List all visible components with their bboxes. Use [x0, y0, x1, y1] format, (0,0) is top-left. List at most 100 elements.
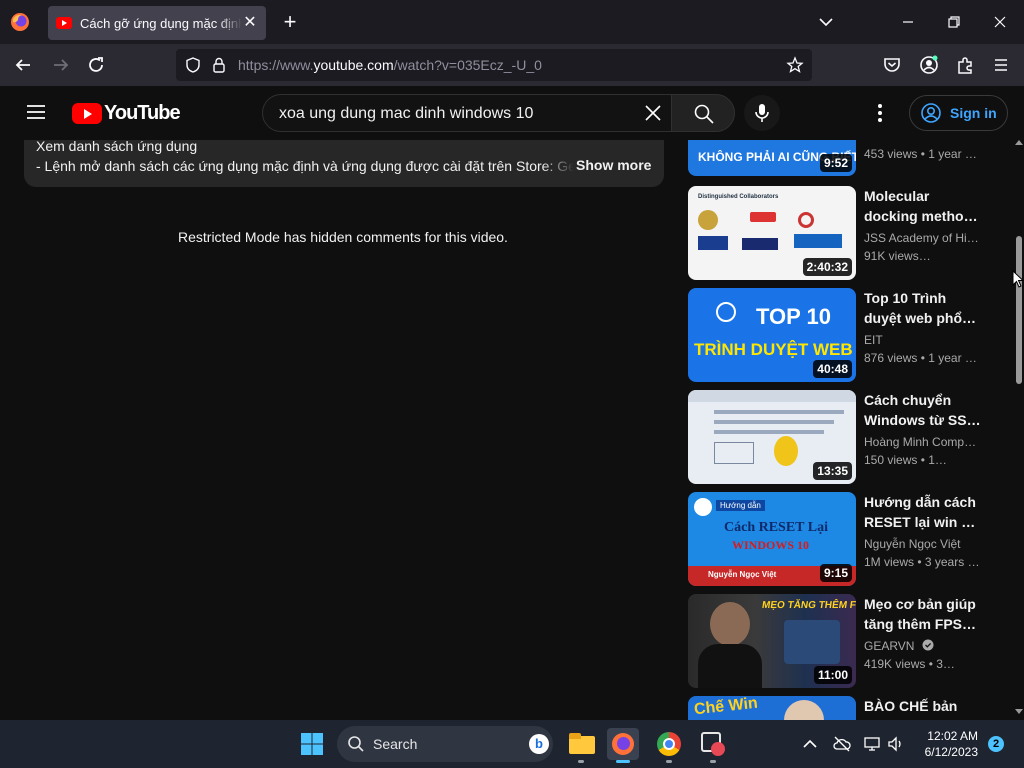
pocket-icon[interactable] [881, 54, 903, 76]
app-running-indicator [578, 760, 584, 763]
video-title[interactable]: BÀO CHẾ bản [864, 696, 982, 716]
settings-kebab-icon[interactable] [870, 102, 890, 124]
tab-close-icon[interactable]: ✕ [242, 15, 258, 31]
volume-speaker-icon[interactable] [886, 734, 906, 754]
channel-name[interactable]: JSS Academy of Higher Education [864, 231, 982, 245]
snipping-tool-icon[interactable] [697, 728, 729, 760]
video-thumbnail[interactable]: Chế Win [688, 696, 856, 720]
video-thumbnail[interactable]: TOP 10 TRÌNH DUYỆT WEB 40:48 [688, 288, 856, 382]
text-line [714, 410, 844, 414]
hamburger-menu-icon[interactable] [990, 54, 1012, 76]
taskbar-clock[interactable]: 12:02 AM 6/12/2023 [912, 728, 978, 760]
search-input-value: xoa ung dung mac dinh windows 10 [279, 105, 534, 122]
scroll-down-arrow-icon[interactable] [1014, 708, 1024, 716]
guide-menu-icon[interactable] [26, 104, 46, 120]
windows-taskbar: Search b 12:02 AM 6/12/2023 2 [0, 720, 1024, 768]
youtube-logo[interactable]: YouTube [72, 101, 181, 124]
thumbnail-text: WINDOWS 10 [732, 538, 810, 552]
video-title-line: Mẹo cơ bản giúp [864, 596, 976, 612]
thumbnail-tag: Hướng dẫn [716, 500, 765, 511]
window-minimize-icon[interactable] [898, 12, 918, 32]
verified-check-icon [922, 639, 934, 651]
browser-tab-active[interactable]: Cách gỡ ứng dụng mặc định trên Windows ✕ [48, 6, 266, 40]
onedrive-cloud-icon[interactable] [832, 734, 852, 754]
video-title-line: Molecular [864, 188, 930, 204]
channel-name[interactable]: EIT [864, 333, 982, 347]
firefox-taskbar-icon[interactable] [607, 728, 639, 760]
file-explorer-icon[interactable] [566, 728, 598, 760]
channel-name[interactable]: Hoàng Minh Computer [864, 435, 982, 449]
window-restore-icon[interactable] [944, 12, 964, 32]
youtube-favicon-icon [56, 17, 72, 29]
app-running-indicator [666, 760, 672, 763]
forward-arrow-icon[interactable] [50, 54, 72, 76]
search-button[interactable] [671, 94, 735, 132]
notification-count-badge[interactable]: 2 [988, 736, 1004, 752]
video-title[interactable]: Mẹo cơ bản giúp tăng thêm FPS… [864, 594, 982, 634]
account-icon[interactable] [918, 54, 940, 76]
description-line: - Lệnh mở danh sách các ứng dụng mặc địn… [36, 158, 574, 174]
video-title-line: RESET lại win 1… [864, 514, 982, 530]
search-icon [348, 736, 364, 752]
url-domain: youtube.com [313, 57, 394, 73]
app-running-indicator [710, 760, 716, 763]
video-title[interactable]: Cách chuyển Windows từ SS… [864, 390, 982, 430]
url-path: /watch?v=035Ecz_-U_0 [393, 57, 542, 73]
logo-badge [794, 234, 842, 248]
firefox-menu-icon[interactable] [10, 12, 30, 32]
video-duration: 9:15 [819, 564, 852, 582]
sign-in-button[interactable]: Sign in [909, 95, 1008, 131]
clear-search-icon[interactable] [643, 103, 663, 123]
youtube-play-icon [72, 102, 102, 124]
chrome-taskbar-icon[interactable] [653, 728, 685, 760]
video-title[interactable]: Hướng dẫn cách RESET lại win 1… [864, 492, 982, 532]
video-thumbnail[interactable]: Distinguished Collaborators 2:40:32 [688, 186, 856, 280]
page-scrollbar[interactable] [1014, 140, 1024, 720]
window-close-icon[interactable] [990, 12, 1010, 32]
search-input[interactable]: xoa ung dung mac dinh windows 10 [262, 94, 672, 132]
tracking-protection-shield-icon[interactable] [184, 56, 202, 74]
url-text[interactable]: https://www.youtube.com/watch?v=035Ecz_-… [238, 57, 542, 73]
video-thumbnail[interactable]: KHÔNG PHẢI AI CŨNG BIẾT 9:52 [688, 140, 856, 176]
mouse-cursor-icon [1012, 270, 1024, 288]
reload-icon[interactable] [85, 54, 107, 76]
video-title-line: Windows từ SS… [864, 412, 981, 428]
channel-name-text: GEARVN [864, 639, 915, 653]
windows-start-icon[interactable] [300, 732, 324, 756]
extensions-puzzle-icon[interactable] [954, 54, 976, 76]
video-title[interactable]: Top 10 Trình duyệt web phổ… [864, 288, 982, 328]
show-more-button[interactable]: Show more [576, 157, 651, 173]
video-thumbnail[interactable]: 13:35 [688, 390, 856, 484]
lock-icon[interactable] [211, 56, 227, 74]
youtube-logo-text: YouTube [104, 101, 181, 124]
show-hidden-icons-chevron-icon[interactable] [800, 734, 820, 754]
thumbnail-text: TRÌNH DUYỆT WEB [694, 340, 853, 359]
video-title-line: Cách chuyển [864, 392, 952, 408]
video-duration: 9:52 [819, 154, 852, 172]
bookmark-star-icon[interactable] [786, 56, 804, 74]
video-title[interactable]: Molecular docking method… [864, 186, 982, 226]
voice-search-button[interactable] [744, 95, 780, 131]
scrollbar-thumb[interactable] [1016, 236, 1022, 384]
video-duration: 40:48 [813, 360, 852, 378]
channel-name[interactable]: GEARVN [864, 639, 934, 653]
list-all-tabs-chevron-icon[interactable] [816, 12, 836, 32]
scroll-up-arrow-icon[interactable] [1014, 138, 1024, 146]
video-thumbnail[interactable]: Hướng dẫn Cách RESET Lại WINDOWS 10 Nguy… [688, 492, 856, 586]
network-icon[interactable] [862, 734, 882, 754]
taskbar-search-box[interactable]: Search b [337, 726, 553, 762]
bing-icon[interactable]: b [529, 734, 549, 754]
user-circle-icon [921, 103, 941, 123]
channel-name[interactable]: Nguyễn Ngọc Việt [864, 537, 982, 551]
video-title-line: Top 10 Trình [864, 290, 947, 306]
new-tab-plus-icon[interactable]: + [280, 11, 300, 33]
video-meta: 453 views • 1 year ago [864, 147, 982, 161]
game-screen [784, 620, 840, 664]
description-line: Xem danh sách ứng dụng [36, 138, 198, 154]
video-thumbnail[interactable]: MẸO TĂNG THÊM FPS 11:00 [688, 594, 856, 688]
video-duration: 11:00 [813, 666, 852, 684]
clock-time: 12:02 AM [927, 729, 978, 743]
thumbnail-text: MẸO TĂNG THÊM FPS [761, 600, 856, 611]
back-arrow-icon[interactable] [12, 54, 34, 76]
url-bar[interactable]: https://www.youtube.com/watch?v=035Ecz_-… [176, 49, 812, 81]
